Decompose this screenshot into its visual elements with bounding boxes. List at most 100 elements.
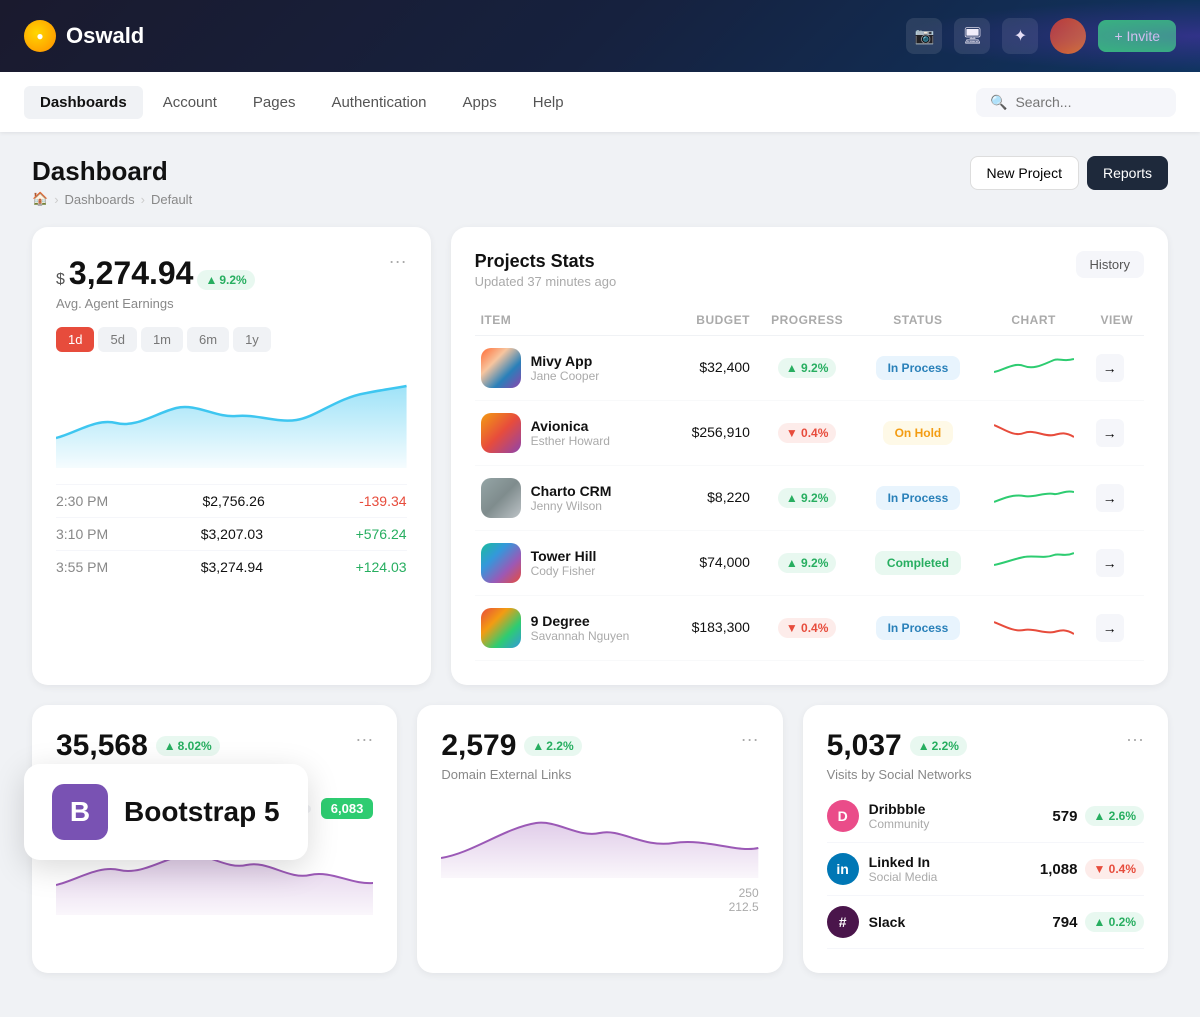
domain-more-button[interactable]: ··· bbox=[741, 729, 759, 750]
domain-header: 2,579 ▲ 2.2% Domain External Links ··· bbox=[441, 729, 758, 782]
social-info: 5,037 ▲ 2.2% Visits by Social Networks bbox=[827, 729, 972, 782]
projects-title-wrap: Projects Stats Updated 37 minutes ago bbox=[475, 251, 617, 289]
nav-help[interactable]: Help bbox=[517, 86, 580, 119]
avatar-image bbox=[1050, 18, 1086, 54]
project-thumb bbox=[481, 413, 521, 453]
domain-badge: ▲ 2.2% bbox=[524, 736, 581, 756]
social-more-button[interactable]: ··· bbox=[1126, 729, 1144, 750]
filter-1d[interactable]: 1d bbox=[56, 327, 94, 352]
col-chart: CHART bbox=[978, 305, 1090, 336]
slack-info: Slack bbox=[869, 914, 1053, 930]
social-badge: ▲ 2.2% bbox=[910, 736, 967, 756]
social-row-linkedin: in Linked In Social Media 1,088 ▼ 0.4% bbox=[827, 843, 1144, 896]
project-info: 9 Degree Savannah Nguyen bbox=[531, 613, 630, 643]
project-thumb bbox=[481, 608, 521, 648]
view-button[interactable]: → bbox=[1096, 484, 1124, 512]
organic-more-button[interactable]: ··· bbox=[355, 729, 373, 750]
earnings-amount: $ 3,274.94 ▲ 9.2% bbox=[56, 255, 255, 292]
page-actions: New Project Reports bbox=[970, 156, 1169, 190]
home-icon: 🏠 bbox=[32, 191, 48, 207]
camera-icon[interactable]: 📷 bbox=[906, 18, 942, 54]
search-icon: 🔍 bbox=[990, 94, 1007, 111]
table-row: Tower Hill Cody Fisher $74,000 ▲ 9.2% Co… bbox=[475, 531, 1144, 596]
bootstrap-icon: B bbox=[52, 784, 108, 840]
organic-badge: ▲ 8.02% bbox=[156, 736, 220, 756]
chart-label-250: 250 bbox=[441, 886, 758, 900]
filter-1m[interactable]: 1m bbox=[141, 327, 183, 352]
col-item: ITEM bbox=[475, 305, 671, 336]
view-button[interactable]: → bbox=[1096, 614, 1124, 642]
logo[interactable]: ● Oswald bbox=[24, 20, 144, 52]
table-row: 2:30 PM $2,756.26 -139.34 bbox=[56, 484, 407, 517]
breadcrumb-dashboards[interactable]: Dashboards bbox=[65, 192, 135, 207]
table-row: 3:10 PM $3,207.03 +576.24 bbox=[56, 517, 407, 550]
col-view: VIEW bbox=[1090, 305, 1144, 336]
more-button[interactable]: ··· bbox=[389, 251, 407, 272]
linkedin-badge: ▼ 0.4% bbox=[1085, 859, 1144, 879]
filter-5d[interactable]: 5d bbox=[98, 327, 136, 352]
page-title: Dashboard bbox=[32, 156, 192, 187]
status-badge: In Process bbox=[876, 486, 961, 510]
topbar: ● Oswald 📷 🖥 ✦ + Invite bbox=[0, 0, 1200, 72]
view-button[interactable]: → bbox=[1096, 354, 1124, 382]
earnings-chart bbox=[56, 368, 407, 468]
main-row-1: $ 3,274.94 ▲ 9.2% Avg. Agent Earnings ··… bbox=[32, 227, 1168, 685]
project-info: Avionica Esther Howard bbox=[531, 418, 610, 448]
earnings-info: $ 3,274.94 ▲ 9.2% Avg. Agent Earnings bbox=[56, 251, 255, 311]
project-item-mivy: Mivy App Jane Cooper bbox=[481, 348, 665, 388]
nav-pages[interactable]: Pages bbox=[237, 86, 312, 119]
social-row-slack: # Slack 794 ▲ 0.2% bbox=[827, 896, 1144, 949]
progress-badge: ▲ 9.2% bbox=[778, 553, 837, 573]
domain-label: Domain External Links bbox=[441, 767, 581, 782]
history-button[interactable]: History bbox=[1076, 251, 1144, 278]
linkedin-info: Linked In Social Media bbox=[869, 854, 1040, 884]
avatar[interactable] bbox=[1050, 18, 1086, 54]
project-item-9degree: 9 Degree Savannah Nguyen bbox=[481, 608, 665, 648]
search-bar[interactable]: 🔍 bbox=[976, 88, 1176, 117]
dribbble-badge: ▲ 2.6% bbox=[1085, 806, 1144, 826]
projects-title: Projects Stats bbox=[475, 251, 617, 272]
page-header: Dashboard 🏠 › Dashboards › Default New P… bbox=[32, 156, 1168, 207]
new-project-button[interactable]: New Project bbox=[970, 156, 1079, 190]
nav-account[interactable]: Account bbox=[147, 86, 233, 119]
progress-badge: ▼ 0.4% bbox=[778, 423, 837, 443]
social-header: 5,037 ▲ 2.2% Visits by Social Networks ·… bbox=[827, 729, 1144, 782]
invite-button[interactable]: + Invite bbox=[1098, 20, 1176, 52]
status-badge: Completed bbox=[875, 551, 961, 575]
monitor-icon[interactable]: 🖥 bbox=[954, 18, 990, 54]
search-input[interactable] bbox=[1015, 94, 1162, 110]
earnings-label: Avg. Agent Earnings bbox=[56, 296, 255, 311]
filter-6m[interactable]: 6m bbox=[187, 327, 229, 352]
project-info: Charto CRM Jenny Wilson bbox=[531, 483, 612, 513]
project-item-tower: Tower Hill Cody Fisher bbox=[481, 543, 665, 583]
project-info: Mivy App Jane Cooper bbox=[531, 353, 600, 383]
domain-chart bbox=[441, 798, 758, 878]
page-header-left: Dashboard 🏠 › Dashboards › Default bbox=[32, 156, 192, 207]
progress-badge: ▲ 9.2% bbox=[778, 358, 837, 378]
mini-chart bbox=[994, 484, 1074, 508]
projects-card: Projects Stats Updated 37 minutes ago Hi… bbox=[451, 227, 1168, 685]
reports-button[interactable]: Reports bbox=[1087, 156, 1168, 190]
earnings-badge: ▲ 9.2% bbox=[197, 270, 254, 290]
country-value: 6,083 bbox=[321, 798, 374, 819]
content: Dashboard 🏠 › Dashboards › Default New P… bbox=[0, 132, 1200, 1017]
status-badge: In Process bbox=[876, 356, 961, 380]
domain-value: 2,579 bbox=[441, 729, 516, 763]
filter-1y[interactable]: 1y bbox=[233, 327, 271, 352]
view-button[interactable]: → bbox=[1096, 419, 1124, 447]
mini-chart bbox=[994, 354, 1074, 378]
social-card: 5,037 ▲ 2.2% Visits by Social Networks ·… bbox=[803, 705, 1168, 973]
view-button[interactable]: → bbox=[1096, 549, 1124, 577]
mini-chart bbox=[994, 549, 1074, 573]
projects-header: Projects Stats Updated 37 minutes ago Hi… bbox=[475, 251, 1144, 289]
slack-icon: # bbox=[827, 906, 859, 938]
nav-authentication[interactable]: Authentication bbox=[315, 86, 442, 119]
breadcrumb-default: Default bbox=[151, 192, 192, 207]
nav-apps[interactable]: Apps bbox=[447, 86, 513, 119]
col-status: STATUS bbox=[858, 305, 977, 336]
col-progress: PROGRESS bbox=[756, 305, 858, 336]
bootstrap-overlay: B Bootstrap 5 bbox=[24, 764, 308, 860]
project-thumb bbox=[481, 478, 521, 518]
share-icon[interactable]: ✦ bbox=[1002, 18, 1038, 54]
nav-dashboards[interactable]: Dashboards bbox=[24, 86, 143, 119]
